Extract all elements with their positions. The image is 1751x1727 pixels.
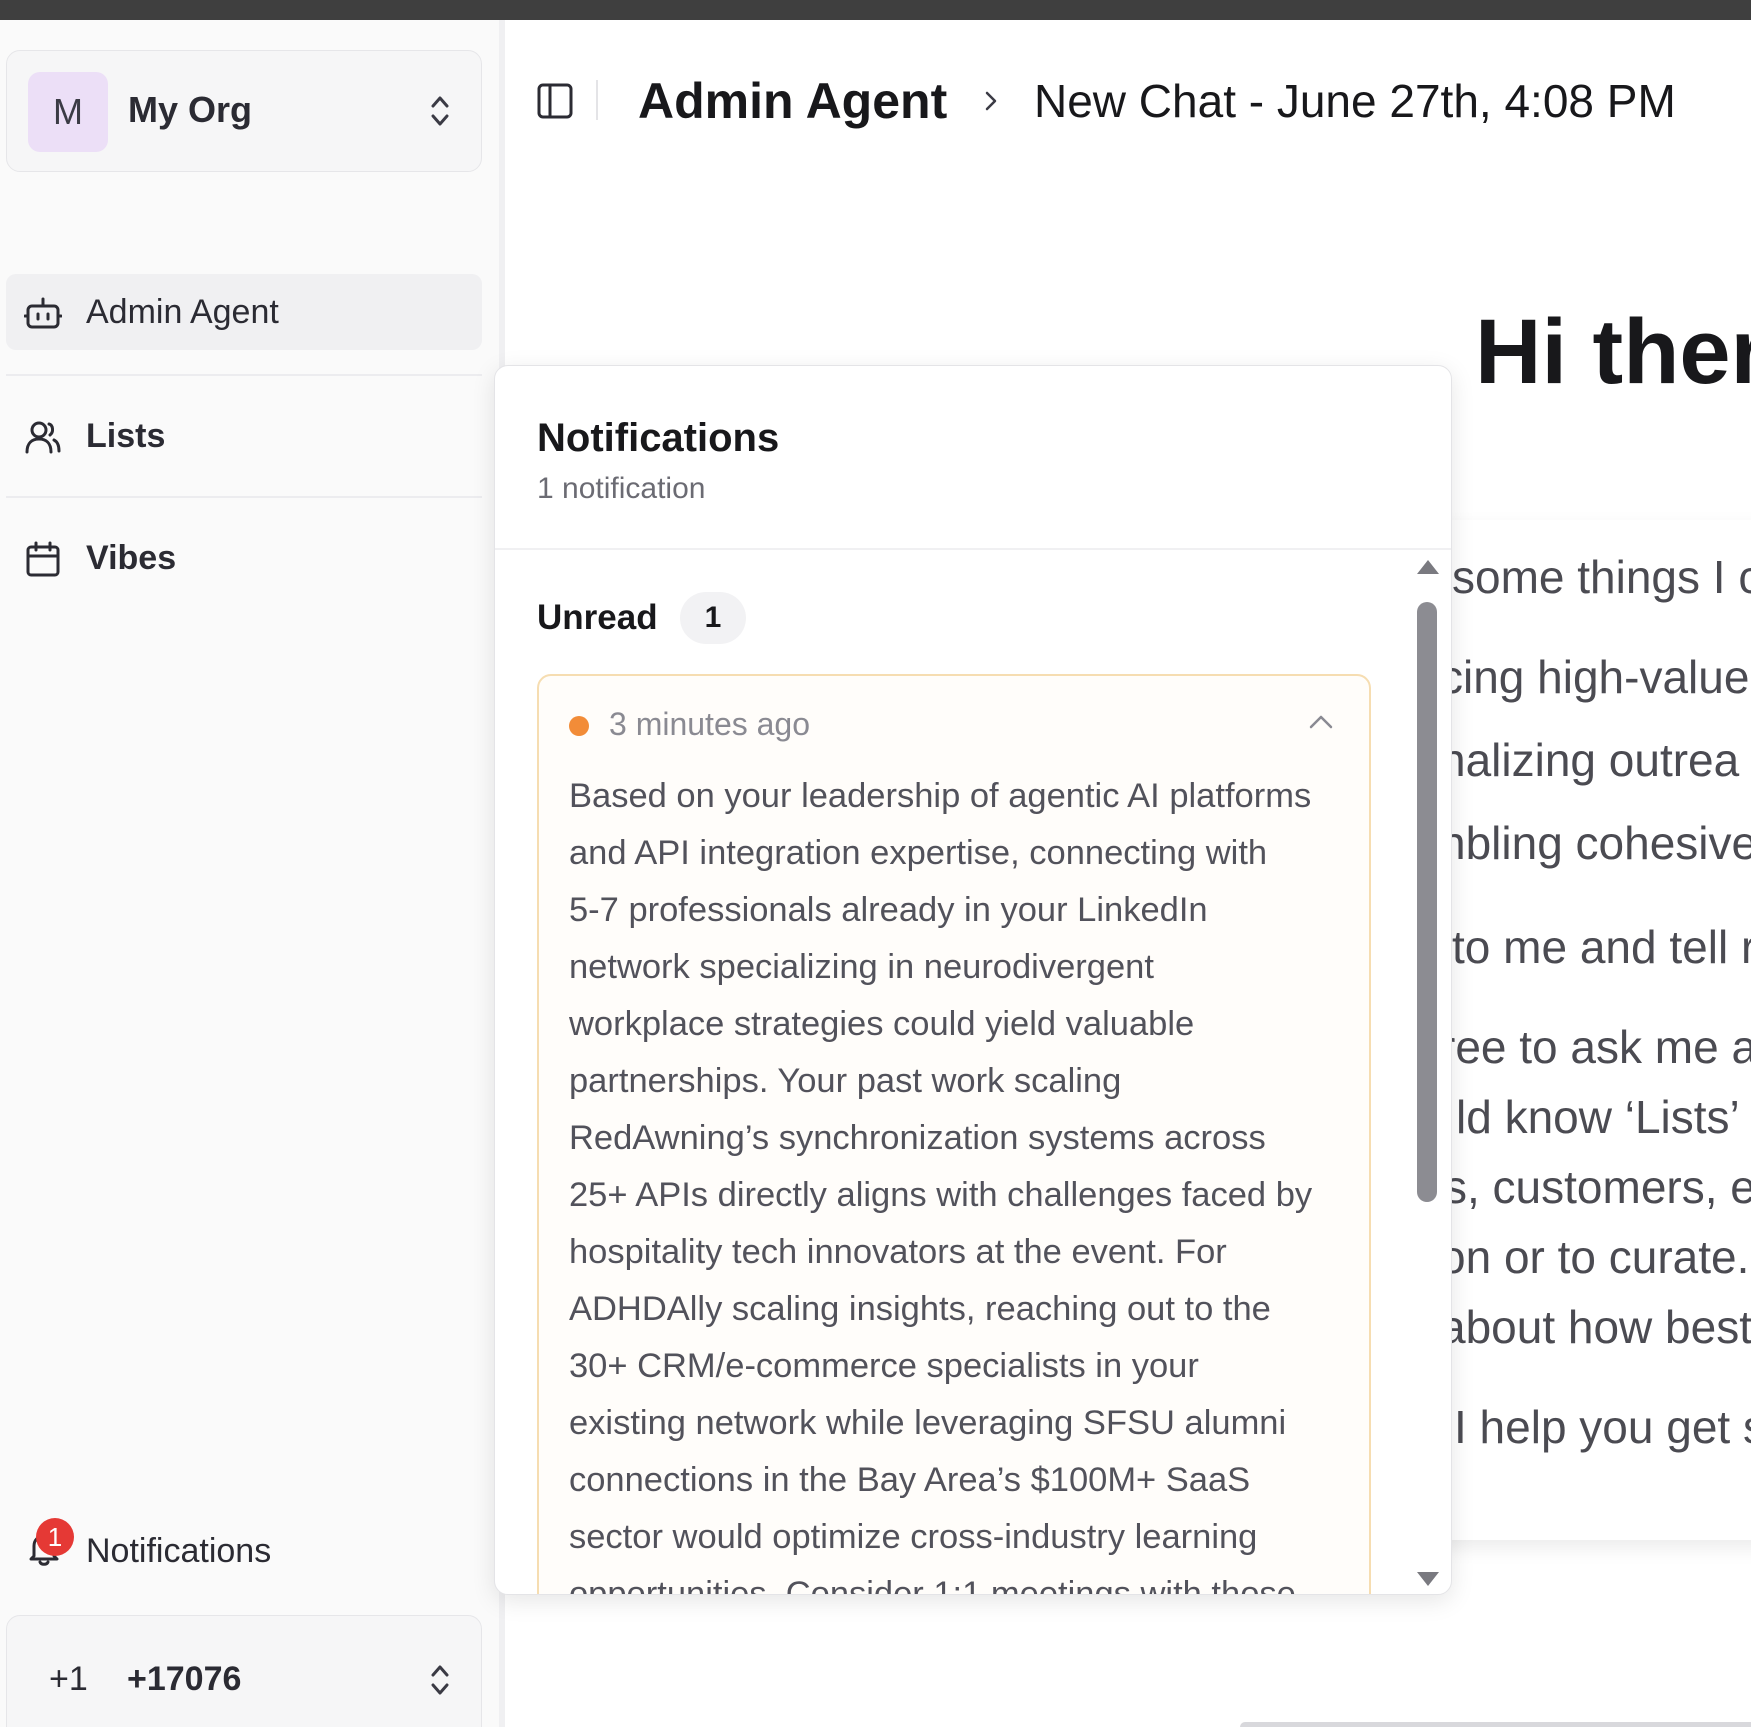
chevron-up-down-icon	[431, 96, 449, 126]
intro-line: nalizing outrea	[1440, 734, 1740, 786]
scrollbar-thumb[interactable]	[1417, 602, 1437, 1202]
sidebar-item-label: Lists	[86, 417, 166, 455]
phone-number-switcher[interactable]: +1 +17076	[6, 1615, 482, 1727]
popover-divider	[495, 548, 1451, 550]
notification-body: Based on your leadership of agentic AI p…	[569, 777, 1313, 1595]
notifications-popover: Notifications 1 notification Unread 1 3 …	[494, 365, 1452, 1595]
unread-count-badge: 1	[680, 592, 746, 644]
scrollbar[interactable]	[1415, 560, 1439, 1590]
calendar-icon	[26, 541, 60, 577]
intro-line: ld know ‘Lists’ a	[1456, 1091, 1751, 1143]
sidebar-item-lists[interactable]: Lists	[6, 398, 482, 474]
sidebar-toggle-icon[interactable]	[536, 82, 574, 120]
phone-number: +17076	[127, 1660, 242, 1698]
sidebar-item-label: Admin Agent	[86, 293, 279, 331]
sidebar-item-label: Notifications	[86, 1532, 272, 1570]
intro-line: ree to ask me a	[1440, 1021, 1751, 1073]
users-icon	[25, 421, 61, 454]
intro-line: on or to curate.	[1440, 1231, 1750, 1283]
chat-input-edge	[1240, 1722, 1751, 1727]
popover-title: Notifications	[537, 416, 780, 460]
chevron-right-icon	[985, 91, 997, 111]
sidebar-divider	[6, 496, 482, 498]
breadcrumb-chat-title: New Chat - June 27th, 4:08 PM	[1034, 75, 1676, 127]
org-avatar: M	[28, 72, 108, 152]
scroll-up-arrow-icon[interactable]	[1417, 560, 1439, 574]
org-name: My Org	[128, 89, 253, 130]
org-switcher[interactable]: M My Org	[6, 50, 482, 172]
sidebar-item-vibes[interactable]: Vibes	[6, 520, 482, 596]
notification-count-badge: 1	[36, 1518, 74, 1556]
window-top-bar	[0, 0, 1751, 20]
app-root: M My Org Admin Agent Lists Vibes 1 Notif…	[0, 0, 1751, 1727]
intro-card: some things I c cing high-value nalizing…	[1420, 520, 1751, 1540]
scroll-down-arrow-icon[interactable]	[1417, 1572, 1439, 1586]
intro-line: nbling cohesive	[1440, 817, 1751, 869]
intro-line: about how best	[1440, 1301, 1751, 1353]
unread-section-label: Unread	[537, 598, 658, 637]
unread-dot-icon	[569, 716, 589, 736]
phone-country-code: +1	[49, 1660, 88, 1698]
notification-item[interactable]: 3 minutes ago Based on your leadership o…	[537, 674, 1371, 1595]
breadcrumb-agent[interactable]: Admin Agent	[638, 72, 947, 130]
intro-line: I help you get s	[1454, 1401, 1751, 1453]
sidebar-item-notifications[interactable]: 1 Notifications	[24, 1518, 484, 1578]
greeting-heading: Hi ther	[1475, 301, 1751, 403]
popover-subtitle: 1 notification	[537, 472, 706, 505]
sidebar-divider	[6, 374, 482, 376]
sidebar: M My Org Admin Agent Lists Vibes 1 Notif…	[0, 20, 505, 1727]
intro-line: cing high-value	[1440, 651, 1750, 703]
sidebar-item-label: Vibes	[86, 539, 177, 577]
chevron-up-icon[interactable]	[1307, 712, 1335, 732]
notification-time: 3 minutes ago	[609, 706, 811, 742]
chevron-up-down-icon	[431, 1665, 449, 1695]
header-separator	[596, 80, 598, 120]
bot-icon	[24, 297, 62, 329]
intro-line: some things I c	[1452, 551, 1751, 603]
sidebar-item-admin-agent[interactable]: Admin Agent	[6, 274, 482, 350]
intro-line: to me and tell r	[1452, 921, 1751, 973]
intro-line: s, customers, e	[1444, 1161, 1751, 1213]
